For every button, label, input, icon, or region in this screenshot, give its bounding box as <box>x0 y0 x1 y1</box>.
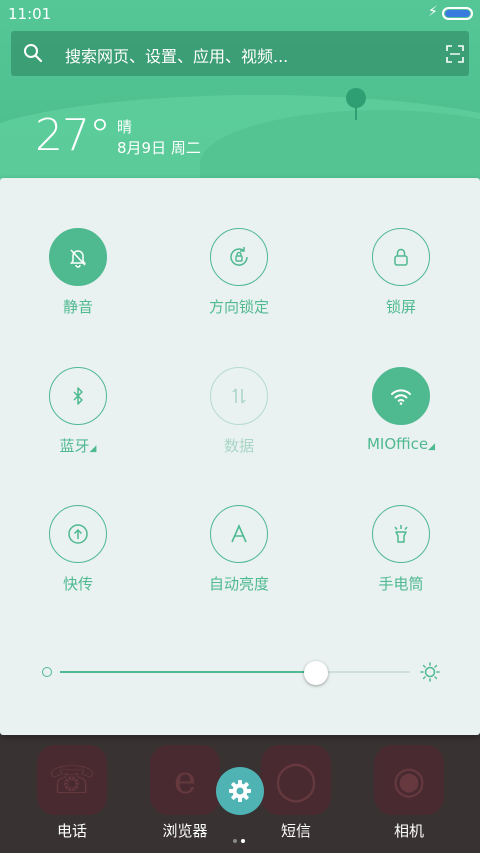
toggle-bluetooth-circle <box>49 367 107 425</box>
toggle-rotation-lock[interactable]: 方向锁定 <box>179 228 299 317</box>
brightness-slider[interactable] <box>42 658 442 688</box>
tree-decoration <box>346 88 366 108</box>
weather-date: 8月9日 周二 <box>117 139 201 157</box>
dock-app-label: 短信 <box>280 822 311 840</box>
toggle-auto-brightness[interactable]: 自动亮度 <box>179 505 299 594</box>
search-placeholder: 搜索网页、设置、应用、视频... <box>65 47 289 66</box>
toggle-label: 快传 <box>62 575 93 593</box>
toggle-label: 锁屏 <box>385 298 416 316</box>
toggle-data-circle <box>210 367 268 425</box>
menu-triangle-icon: ◢ <box>428 442 436 452</box>
toggle-flashlight-circle <box>372 505 430 563</box>
search-icon <box>24 44 43 63</box>
toggle-mute[interactable]: 静音 <box>18 228 138 317</box>
quick-settings-panel: 静音 方向锁定 锁屏 蓝牙◢ 数据 MIOffice◢ 快传 自动亮度 手电筒 <box>0 178 480 735</box>
toggle-auto-brightness-circle <box>210 505 268 563</box>
dock-app-label: 相机 <box>393 822 424 840</box>
toggle-label: 蓝牙◢ <box>59 437 97 455</box>
bell-off-icon <box>70 249 86 268</box>
toggle-lock-screen[interactable]: 锁屏 <box>341 228 461 317</box>
toggle-mobile-data[interactable]: 数据 <box>179 367 299 456</box>
toggle-quick-share[interactable]: 快传 <box>18 505 138 594</box>
toggle-wifi[interactable]: MIOffice◢ <box>341 367 461 453</box>
charging-icon: ⚡ <box>428 4 438 20</box>
toggle-label: MIOffice◢ <box>366 435 436 453</box>
toggle-label: 静音 <box>62 298 93 316</box>
gear-icon <box>229 780 251 802</box>
bluetooth-icon <box>73 387 83 405</box>
toggle-share-circle <box>49 505 107 563</box>
brightness-fill <box>60 671 316 673</box>
toggle-mute-circle <box>49 228 107 286</box>
brightness-thumb[interactable] <box>303 661 328 685</box>
toggle-rotation-circle <box>210 228 268 286</box>
page-indicator <box>233 828 249 847</box>
status-time: 11:01 <box>8 5 52 23</box>
scan-icon[interactable] <box>446 45 464 63</box>
search-bar[interactable]: 搜索网页、设置、应用、视频... <box>11 31 469 76</box>
dock-app-label: 浏览器 <box>162 822 208 840</box>
camera-icon: ◉ <box>374 745 444 815</box>
toggle-lock-circle <box>372 228 430 286</box>
toggle-label: 数据 <box>223 437 254 455</box>
auto-brightness-icon <box>231 524 247 543</box>
flashlight-icon <box>394 525 408 543</box>
toggle-label: 手电筒 <box>378 575 424 593</box>
browser-icon: e <box>150 745 220 815</box>
toggle-label: 方向锁定 <box>208 298 269 316</box>
brightness-low-icon <box>42 667 52 677</box>
brightness-track[interactable] <box>60 671 410 673</box>
brightness-high-icon <box>420 662 440 682</box>
tree-trunk <box>355 106 357 120</box>
dock: ☏ 电话 e 浏览器 ◯ 短信 ◉ 相机 <box>0 735 480 853</box>
lock-icon <box>394 248 408 266</box>
weather-condition: 晴 <box>117 118 133 136</box>
toggle-wifi-circle <box>372 367 430 425</box>
weather-header: 11:01 ⚡ 搜索网页、设置、应用、视频... 27° 晴 8月9日 周二 <box>0 0 480 180</box>
quick-share-icon <box>68 524 88 544</box>
toggle-bluetooth[interactable]: 蓝牙◢ <box>18 367 138 456</box>
dock-app-phone[interactable]: ☏ 电话 <box>32 745 112 841</box>
temperature: 27° <box>35 110 111 161</box>
wifi-icon <box>391 389 411 405</box>
dock-app-browser[interactable]: e 浏览器 <box>145 745 225 841</box>
dock-app-messages[interactable]: ◯ 短信 <box>256 745 336 841</box>
menu-triangle-icon: ◢ <box>89 444 97 454</box>
message-icon: ◯ <box>261 745 331 815</box>
phone-icon: ☏ <box>37 745 107 815</box>
battery-icon <box>442 7 473 20</box>
dock-app-camera[interactable]: ◉ 相机 <box>369 745 449 841</box>
toggle-label: 自动亮度 <box>208 575 269 593</box>
settings-button[interactable] <box>216 767 264 815</box>
status-bar: 11:01 ⚡ <box>0 0 480 28</box>
data-arrows-icon <box>232 388 246 404</box>
toggle-flashlight[interactable]: 手电筒 <box>341 505 461 594</box>
rotation-lock-icon <box>230 247 248 266</box>
dock-app-label: 电话 <box>56 822 87 840</box>
